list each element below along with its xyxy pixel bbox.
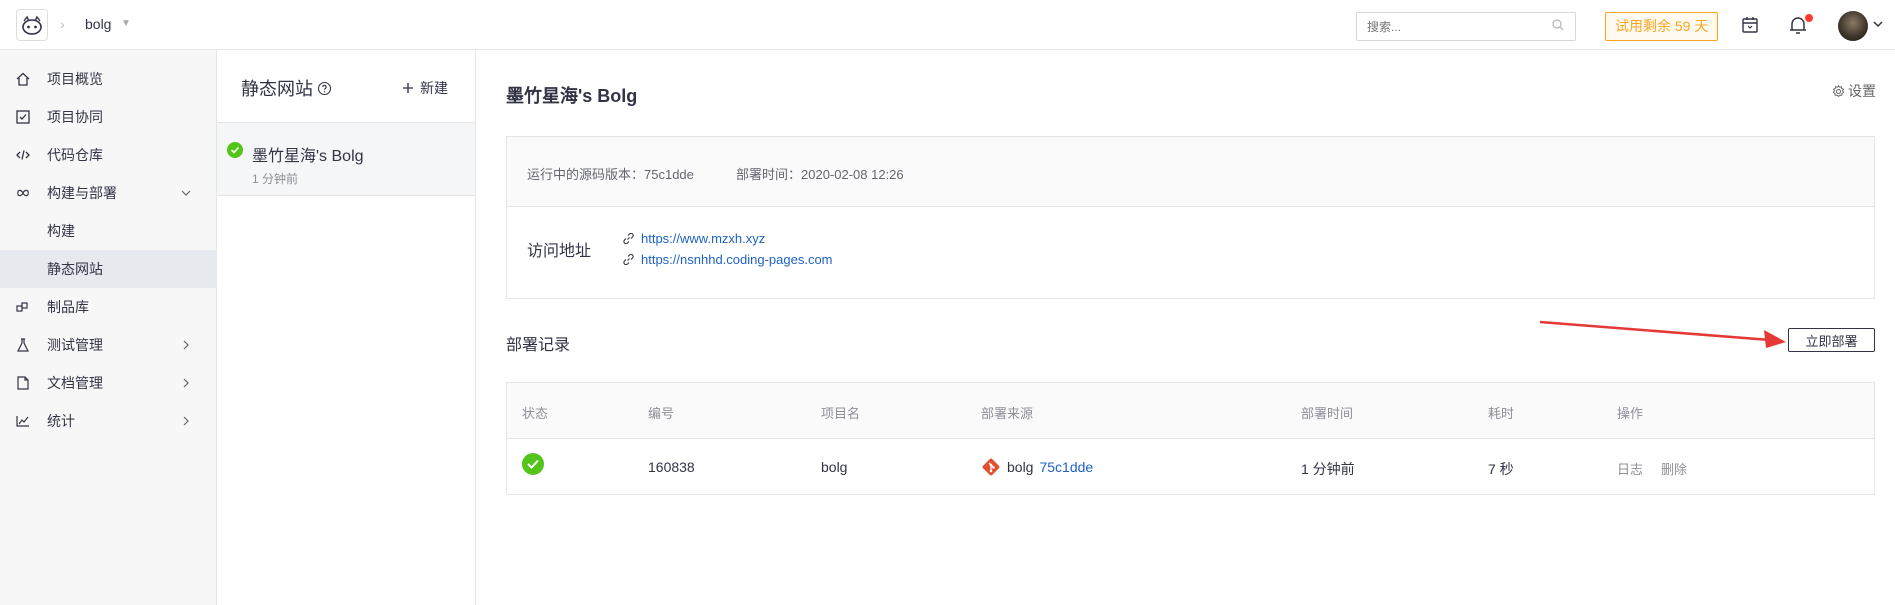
deploy-now-button[interactable]: 立即部署	[1788, 328, 1875, 352]
deployment-info-box: 运行中的源码版本：75c1dde 部署时间：2020-02-08 12:26 访…	[506, 136, 1875, 299]
site-link-text[interactable]: https://nsnhhd.coding-pages.com	[641, 252, 833, 267]
logo[interactable]	[16, 9, 48, 41]
sidebar-item-label: 构建	[47, 223, 75, 239]
sidebar-item-label: 统计	[47, 413, 75, 429]
table-header: 状态 编号 项目名 部署来源 部署时间 耗时 操作	[507, 383, 1874, 439]
column-header: 部署时间	[1301, 406, 1354, 421]
column-header: 部署来源	[981, 406, 1034, 421]
new-site-label: 新建	[420, 80, 448, 96]
sidebar-item-label: 静态网站	[47, 261, 103, 277]
calendar-icon[interactable]	[1741, 16, 1759, 34]
site-name: 墨竹星海's Bolg	[252, 148, 364, 165]
log-link[interactable]: 日志	[1617, 459, 1643, 478]
notification-dot	[1805, 14, 1813, 22]
sidebar-item-label: 构建与部署	[47, 185, 117, 201]
trial-badge[interactable]: 试用剩余 59 天	[1605, 12, 1719, 41]
sidebar-item-testing[interactable]: 测试管理	[0, 326, 217, 364]
sidebar-item-label: 项目概览	[47, 71, 103, 87]
annotation-arrow-icon	[1539, 320, 1786, 348]
chevron-right-icon	[183, 416, 189, 426]
flask-icon	[16, 338, 30, 352]
panel-title-text: 静态网站	[241, 79, 313, 99]
chart-icon	[16, 414, 30, 428]
deploy-records-table: 状态 编号 项目名 部署来源 部署时间 耗时 操作 160838 bolg bo…	[506, 382, 1875, 495]
main-content: 墨竹星海's Bolg 设置 运行中的源码版本：75c1dde 部署时间：202…	[476, 50, 1895, 605]
site-link[interactable]: https://nsnhhd.coding-pages.com	[623, 252, 833, 267]
caret-down-icon[interactable]: ▼	[121, 18, 131, 29]
robot-logo-icon	[22, 15, 42, 35]
column-header: 状态	[522, 406, 549, 421]
record-time: 1 分钟前	[1301, 461, 1355, 477]
sidebar-item-label: 代码仓库	[47, 147, 103, 163]
record-duration: 7 秒	[1488, 461, 1514, 477]
sidebar-item-label: 文档管理	[47, 375, 103, 391]
document-icon	[16, 376, 30, 390]
breadcrumb-project[interactable]: bolg	[85, 16, 111, 32]
link-icon	[623, 233, 634, 244]
sidebar-item-label: 测试管理	[47, 337, 103, 353]
commit-hash-link[interactable]: 75c1dde	[1039, 459, 1093, 475]
success-check-icon	[522, 453, 544, 475]
sidebar-item-code[interactable]: 代码仓库	[0, 136, 217, 174]
deploy-time: 部署时间：2020-02-08 12:26	[736, 167, 904, 182]
chevron-right-icon	[183, 378, 189, 388]
home-icon	[16, 72, 30, 86]
site-time: 1 分钟前	[252, 172, 299, 186]
plus-icon	[403, 83, 413, 93]
link-icon	[623, 254, 634, 265]
code-icon	[16, 148, 30, 162]
sidebar-item-collaboration[interactable]: 项目协同	[0, 98, 217, 136]
site-list-panel: 静态网站 新建 墨竹星海's Bolg 1 分钟前	[217, 50, 476, 605]
sidebar-item-static-site[interactable]: 静态网站	[0, 250, 217, 288]
sidebar-item-overview[interactable]: 项目概览	[0, 60, 217, 98]
deploy-records-title: 部署记录	[506, 337, 571, 354]
sidebar-item-label: 制品库	[47, 299, 89, 315]
chevron-down-icon[interactable]	[1872, 18, 1884, 30]
success-check-icon	[227, 142, 243, 158]
sidebar-item-docs[interactable]: 文档管理	[0, 364, 217, 402]
record-project: bolg	[821, 459, 848, 475]
site-link-text[interactable]: https://www.mzxh.xyz	[641, 231, 765, 246]
package-icon	[16, 300, 30, 314]
sidebar-item-build[interactable]: 构建	[0, 212, 217, 250]
sidebar-item-build-deploy[interactable]: 构建与部署	[0, 174, 217, 212]
sidebar-item-stats[interactable]: 统计	[0, 402, 217, 440]
avatar[interactable]	[1838, 11, 1868, 41]
top-bar: › bolg ▼ 试用剩余 59 天	[0, 0, 1895, 50]
column-header: 项目名	[821, 406, 861, 421]
settings-button[interactable]: 设置	[1832, 81, 1876, 101]
gear-icon	[1832, 84, 1845, 97]
sidebar-item-artifacts[interactable]: 制品库	[0, 288, 217, 326]
help-icon[interactable]	[317, 81, 332, 96]
version-row: 运行中的源码版本：75c1dde 部署时间：2020-02-08 12:26	[507, 137, 1874, 207]
source-version: 运行中的源码版本：75c1dde	[527, 167, 694, 182]
new-site-button[interactable]: 新建	[402, 78, 448, 98]
site-link[interactable]: https://www.mzxh.xyz	[623, 231, 765, 246]
column-header: 操作	[1617, 406, 1644, 421]
checkbox-icon	[16, 110, 30, 124]
chevron-right-icon	[183, 340, 189, 350]
record-id: 160838	[648, 459, 695, 475]
sidebar-item-label: 项目协同	[47, 109, 103, 125]
search-input[interactable]	[1356, 12, 1576, 41]
record-source: bolg 75c1dde	[981, 457, 1093, 477]
site-list-item[interactable]: 墨竹星海's Bolg 1 分钟前	[217, 122, 475, 196]
infinity-icon	[16, 186, 30, 200]
column-header: 耗时	[1488, 406, 1515, 421]
breadcrumb-separator-icon: ›	[60, 16, 65, 32]
delete-link[interactable]: 删除	[1661, 459, 1687, 478]
panel-title: 静态网站	[241, 75, 332, 101]
sidebar: 项目概览 项目协同 代码仓库 构建与部署 构建 静态网站 制品库 测试管理 文档…	[0, 50, 217, 605]
visit-address-label: 访问地址	[527, 243, 592, 260]
page-title: 墨竹星海's Bolg	[506, 86, 638, 106]
settings-label: 设置	[1848, 83, 1876, 99]
chevron-down-icon	[181, 190, 191, 196]
record-source-repo: bolg	[1007, 459, 1034, 475]
search-icon[interactable]	[1552, 19, 1564, 31]
git-icon	[982, 458, 1000, 476]
column-header: 编号	[648, 406, 675, 421]
